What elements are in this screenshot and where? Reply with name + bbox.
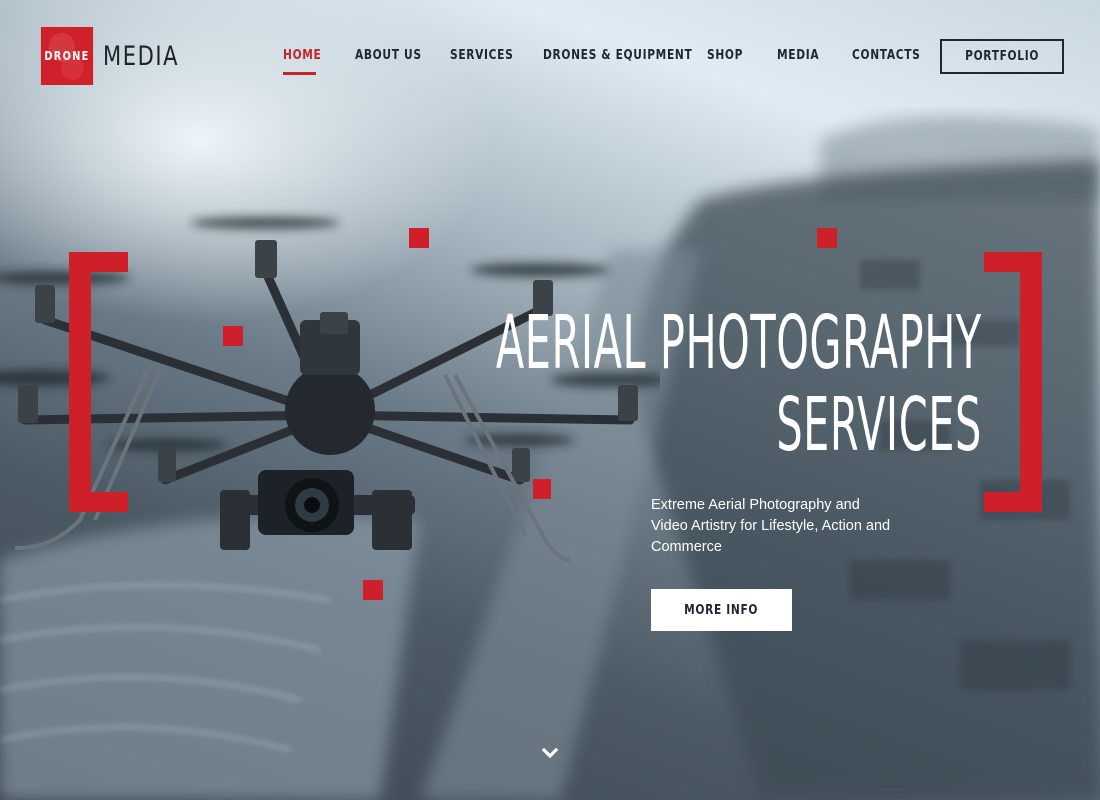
nav-item-contacts[interactable]: CONTACTS <box>852 48 921 63</box>
nav-item-media[interactable]: MEDIA <box>777 48 819 63</box>
portfolio-button[interactable]: PORTFOLIO <box>940 39 1064 74</box>
decor-square <box>817 228 837 248</box>
logo-wordmark: MEDIA <box>103 40 180 72</box>
hero-headline-line1: AERIAL PHOTOGRAPHY <box>496 300 982 386</box>
nav-item-about-us[interactable]: ABOUT US <box>355 48 422 63</box>
chevron-down-icon[interactable] <box>541 746 559 760</box>
nav-item-shop[interactable]: SHOP <box>707 48 743 63</box>
hero-section: DRONE MEDIA HOME ABOUT US SERVICES DRONE… <box>0 0 1100 800</box>
decor-square <box>409 228 429 248</box>
left-bracket-top <box>69 252 128 272</box>
more-info-button[interactable]: MORE INFO <box>651 589 792 631</box>
nav-item-home[interactable]: HOME <box>283 48 322 63</box>
logo-badge: DRONE <box>40 27 94 85</box>
nav-item-drones-equipment[interactable]: DRONES & EQUIPMENT <box>543 48 692 63</box>
hero-subtitle: Extreme Aerial Photography and Video Art… <box>651 497 891 555</box>
right-bracket-bottom <box>984 492 1042 512</box>
right-bracket-vertical <box>1020 252 1042 512</box>
nav-item-services[interactable]: SERVICES <box>450 48 513 63</box>
hero-headline-line2: SERVICES <box>776 382 982 468</box>
decor-square <box>533 479 551 499</box>
decor-square <box>363 580 383 600</box>
portfolio-button-label: PORTFOLIO <box>965 49 1039 64</box>
logo-badge-text: DRONE <box>44 49 90 63</box>
more-info-button-label: MORE INFO <box>684 602 759 618</box>
left-bracket-vertical <box>69 252 91 512</box>
left-bracket-bottom <box>69 492 128 512</box>
right-bracket-top <box>984 252 1042 272</box>
hero-headline: AERIAL PHOTOGRAPHY SERVICES <box>114 302 982 466</box>
site-logo[interactable]: DRONE MEDIA <box>38 27 201 85</box>
active-nav-indicator <box>283 72 316 75</box>
